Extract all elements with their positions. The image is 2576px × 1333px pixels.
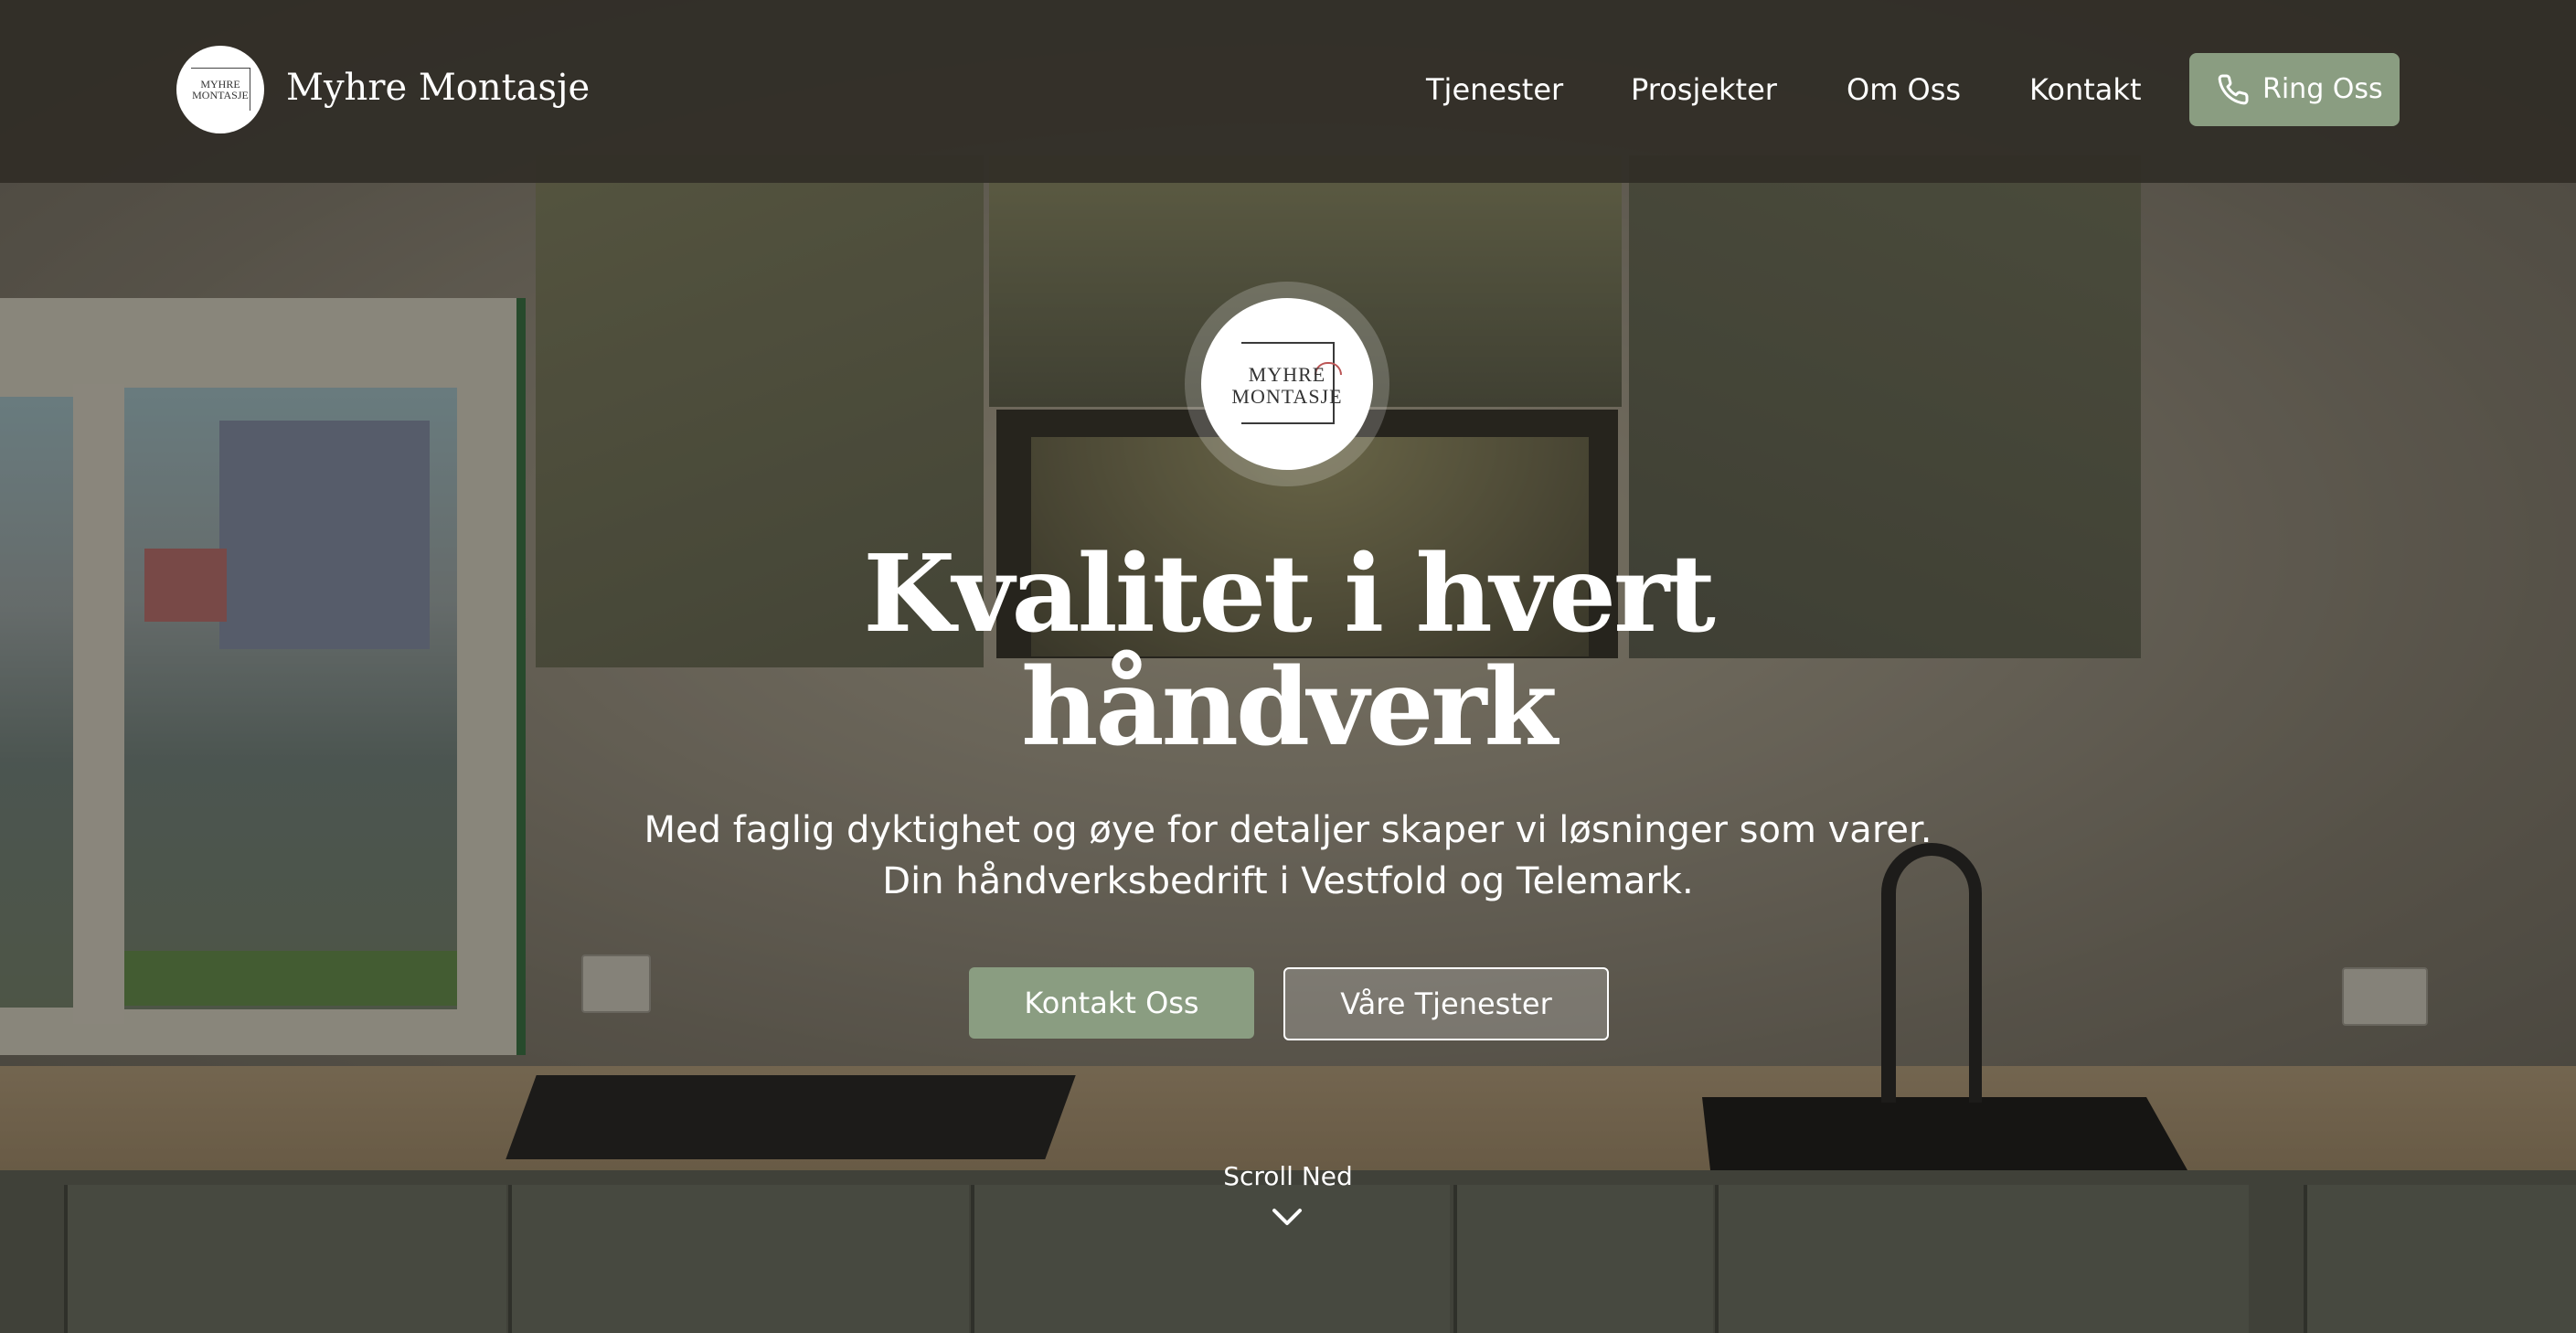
brand-name[interactable]: Myhre Montasje: [286, 62, 590, 113]
our-services-button[interactable]: Våre Tjenester: [1283, 967, 1609, 1040]
chevron-down-icon[interactable]: [1269, 1203, 1305, 1229]
hero-subtitle-line2: Din håndverksbedrift i Vestfold og Telem…: [882, 860, 1694, 902]
contact-us-button[interactable]: Kontakt Oss: [969, 967, 1254, 1039]
nav-link-kontakt[interactable]: Kontakt: [2029, 66, 2141, 113]
call-button-label: Ring Oss: [2262, 73, 2383, 105]
hero-subtitle-line1: Med faglig dyktighet og øye for detaljer…: [644, 809, 1932, 851]
nav-link-prosjekter[interactable]: Prosjekter: [1631, 66, 1777, 113]
site-header: MYHRE MONTASJE Myhre Montasje Tjenester …: [0, 0, 2576, 183]
hero-logo-text: MYHRE MONTASJE: [1231, 363, 1343, 408]
brand-logo[interactable]: MYHRE MONTASJE: [176, 46, 264, 133]
hero-logo: MYHRE MONTASJE: [1201, 298, 1373, 470]
call-button[interactable]: Ring Oss: [2189, 53, 2400, 126]
phone-icon: [2218, 74, 2249, 105]
hero-subtitle: Med faglig dyktighet og øye for detaljer…: [548, 805, 2028, 907]
hero-headline-line2: håndverk: [1021, 645, 1558, 770]
scroll-down-label[interactable]: Scroll Ned: [1188, 1159, 1388, 1194]
hero-headline-line1: Kvalitet i hvert: [863, 532, 1716, 656]
nav-link-tjenester[interactable]: Tjenester: [1426, 66, 1563, 113]
hero-headline: Kvalitet i hvert håndverk: [731, 538, 1845, 764]
logo-text: MYHRE MONTASJE: [192, 78, 249, 101]
nav-link-om-oss[interactable]: Om Oss: [1847, 66, 1961, 113]
